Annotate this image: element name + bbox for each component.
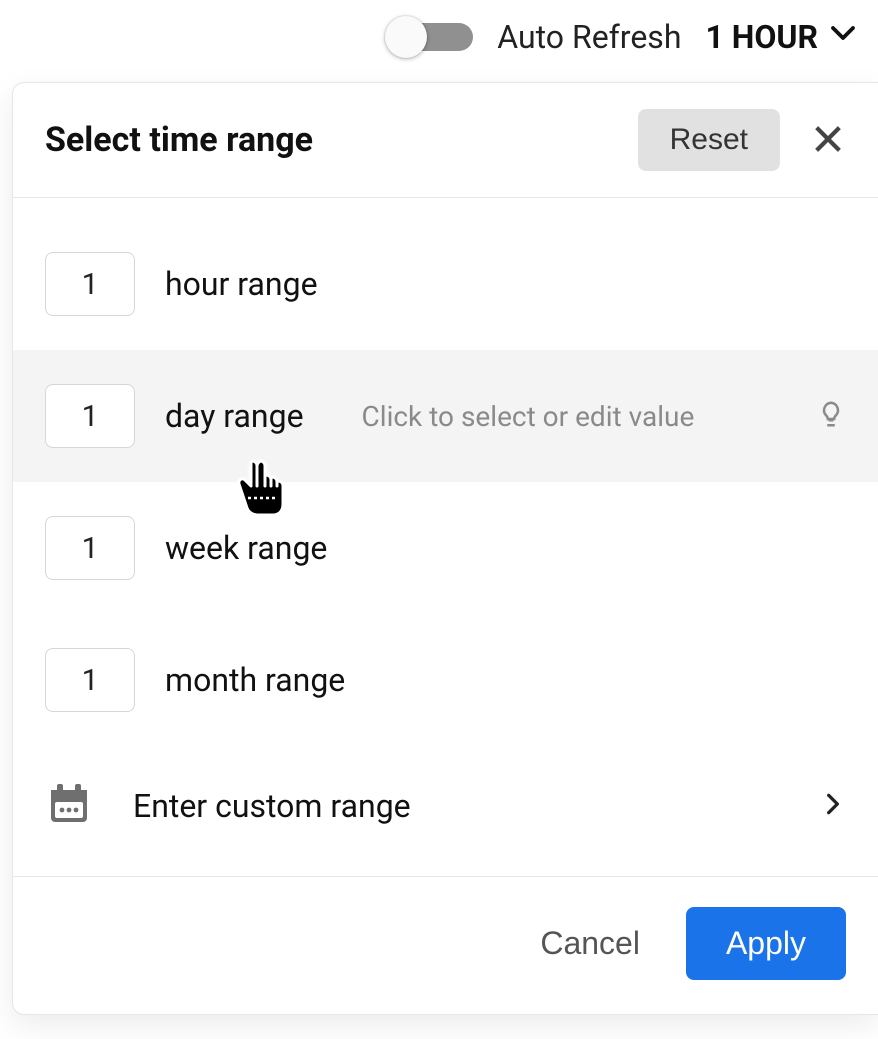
week-range-row[interactable]: 1 week range bbox=[13, 482, 878, 614]
bulb-icon bbox=[816, 399, 846, 433]
dropdown-value: 1 HOUR bbox=[705, 18, 818, 56]
auto-refresh-label: Auto Refresh bbox=[497, 18, 681, 56]
chevron-down-icon bbox=[828, 18, 858, 56]
day-range-row[interactable]: 1 day range Click to select or edit valu… bbox=[13, 350, 878, 482]
hour-value-input[interactable]: 1 bbox=[45, 252, 135, 316]
day-unit-label: day range bbox=[165, 397, 304, 435]
panel-header: Select time range Reset bbox=[13, 83, 878, 198]
custom-range-row[interactable]: Enter custom range bbox=[13, 746, 878, 876]
close-button[interactable] bbox=[806, 118, 850, 162]
hour-range-row[interactable]: 1 hour range bbox=[13, 218, 878, 350]
reset-button[interactable]: Reset bbox=[638, 109, 780, 171]
calendar-icon bbox=[45, 780, 93, 832]
day-value-input[interactable]: 1 bbox=[45, 384, 135, 448]
panel-title: Select time range bbox=[45, 120, 638, 160]
month-value-input[interactable]: 1 bbox=[45, 648, 135, 712]
options-list: 1 hour range 1 day range Click to select… bbox=[13, 198, 878, 876]
week-unit-label: week range bbox=[165, 529, 327, 567]
apply-button[interactable]: Apply bbox=[686, 907, 846, 980]
hour-unit-label: hour range bbox=[165, 265, 318, 303]
topbar: Auto Refresh 1 HOUR bbox=[0, 0, 878, 56]
hint-text: Click to select or edit value bbox=[334, 400, 774, 433]
panel-footer: Cancel Apply bbox=[13, 876, 878, 1014]
custom-range-label: Enter custom range bbox=[133, 787, 780, 825]
week-value-input[interactable]: 1 bbox=[45, 516, 135, 580]
chevron-right-icon bbox=[820, 791, 846, 821]
time-range-dropdown[interactable]: 1 HOUR bbox=[705, 18, 858, 56]
time-range-panel: Select time range Reset 1 hour range 1 d… bbox=[12, 82, 878, 1015]
month-range-row[interactable]: 1 month range bbox=[13, 614, 878, 746]
month-unit-label: month range bbox=[165, 661, 345, 699]
toggle-thumb bbox=[385, 16, 427, 58]
close-icon bbox=[811, 122, 845, 159]
auto-refresh-toggle[interactable] bbox=[385, 19, 473, 55]
cancel-button[interactable]: Cancel bbox=[534, 924, 646, 963]
